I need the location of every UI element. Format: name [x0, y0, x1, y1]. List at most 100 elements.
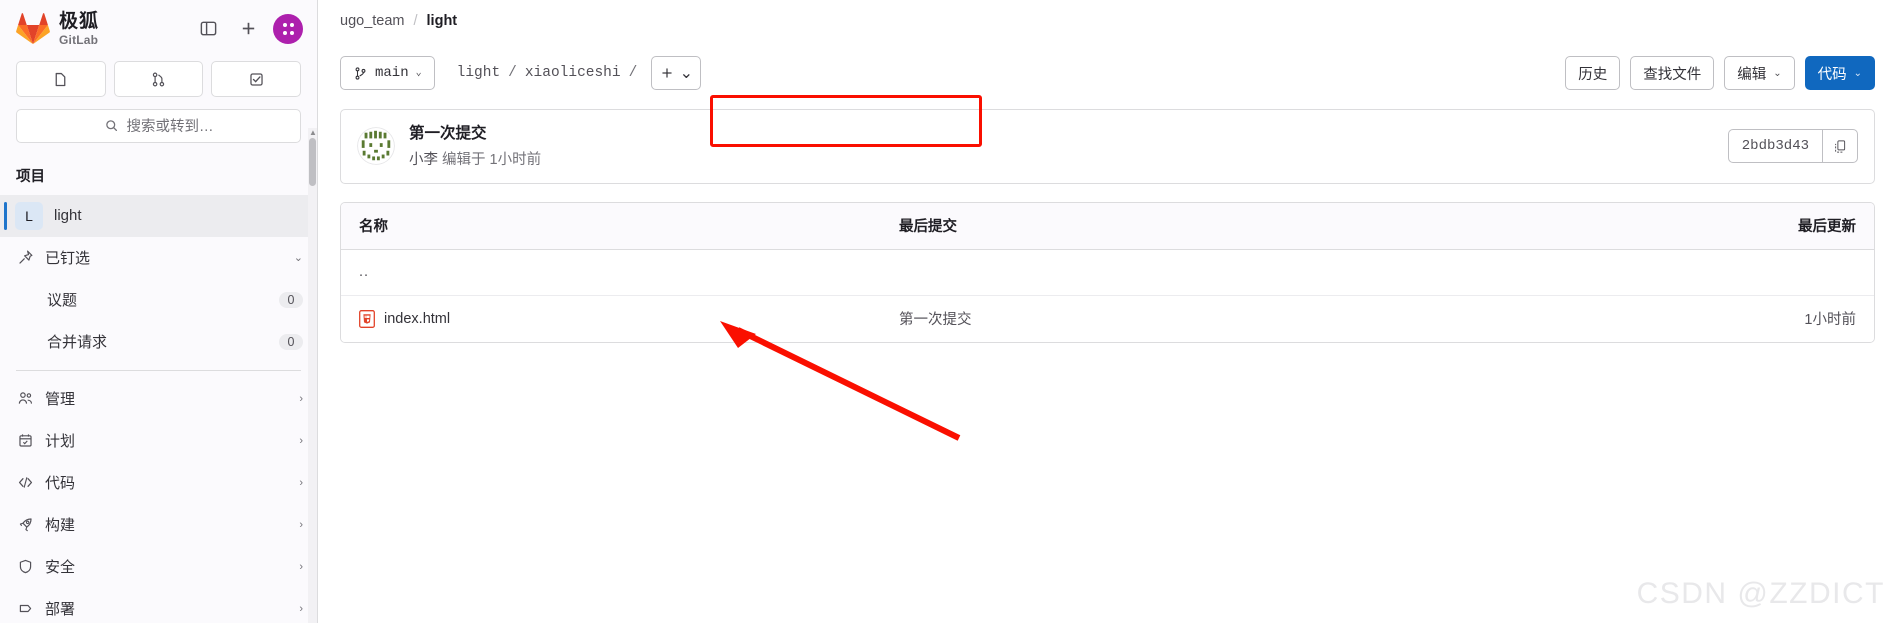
edit-button[interactable]: 编辑 ⌄	[1724, 56, 1795, 90]
commit-details: 第一次提交 小李 编辑于 1小时前	[409, 124, 1714, 169]
sidebar-item-label: 代码	[45, 475, 76, 493]
file-list-table: 名称 最后提交 最后更新 .. index.html 第一次提交 1小时前	[340, 201, 1875, 343]
sidebar-scrollbar[interactable]: ▲	[308, 128, 317, 623]
commit-meta: 小李 编辑于 1小时前	[409, 148, 1714, 169]
sidebar-item-manage[interactable]: 管理 ›	[0, 378, 317, 420]
sidebar: 极狐 GitLab 搜索或转到… 项目 L light 已钉选 ⌄ 议题 0 合…	[0, 0, 318, 623]
merge-request-icon	[152, 72, 165, 87]
commit-message[interactable]: 第一次提交	[409, 124, 1714, 145]
path-separator: /	[508, 65, 517, 81]
sidebar-item-label: 构建	[45, 517, 76, 535]
parent-directory-link[interactable]: ..	[359, 264, 369, 280]
edit-label: 编辑	[1737, 66, 1767, 83]
sidebar-item-build[interactable]: 构建 ›	[0, 504, 317, 546]
row-last-commit[interactable]: 第一次提交	[899, 308, 1656, 329]
commit-author-avatar[interactable]	[357, 127, 395, 166]
find-file-button[interactable]: 查找文件	[1630, 56, 1715, 90]
file-name-link[interactable]: index.html	[384, 311, 450, 327]
chevron-right-icon: ›	[299, 518, 303, 531]
row-last-update: 1小时前	[1804, 312, 1856, 329]
file-path-breadcrumb: light / xiaoliceshi /	[445, 65, 638, 81]
avatar-pattern-icon	[279, 20, 297, 38]
shield-icon	[16, 558, 34, 576]
path-separator: /	[628, 65, 638, 81]
search-icon	[105, 120, 117, 132]
issue-icon	[55, 72, 66, 86]
search-input[interactable]: 搜索或转到…	[16, 109, 301, 143]
table-row[interactable]: ..	[341, 249, 1874, 296]
sidebar-item-label: 计划	[45, 433, 76, 451]
brand-logo[interactable]: 极狐 GitLab	[16, 12, 99, 46]
path-segment-folder[interactable]: xiaoliceshi	[525, 65, 621, 81]
code-label: 代码	[1817, 66, 1847, 83]
sidebar-item-plan[interactable]: 计划 ›	[0, 420, 317, 462]
panel-icon	[200, 21, 216, 36]
quick-link-issues[interactable]	[16, 61, 106, 98]
sidebar-item-secure[interactable]: 安全 ›	[0, 546, 317, 588]
sidebar-item-label: 议题	[47, 292, 78, 310]
sidebar-item-project-light[interactable]: L light	[0, 194, 317, 237]
breadcrumb-project[interactable]: light	[427, 13, 458, 29]
scroll-up-icon[interactable]: ▲	[309, 128, 317, 137]
history-button[interactable]: 历史	[1565, 56, 1621, 90]
sidebar-nav: 项目 L light 已钉选 ⌄ 议题 0 合并请求 0 管理 › 计划 › 代…	[0, 155, 317, 623]
quick-link-merge-requests[interactable]	[113, 61, 204, 98]
sidebar-item-pinned[interactable]: 已钉选 ⌄	[0, 237, 317, 279]
plus-icon	[662, 68, 672, 78]
path-segment-root[interactable]: light	[457, 65, 501, 81]
main-content: ugo_team / light main ⌄ light / xiaolice…	[318, 0, 1899, 623]
brand-name-en: GitLab	[59, 32, 99, 47]
add-to-repository-button[interactable]: ⌄	[651, 56, 702, 90]
sidebar-item-label: 管理	[45, 391, 76, 409]
sidebar-quick-links	[0, 57, 317, 105]
gitlab-tanuki-icon	[16, 12, 50, 44]
sidebar-item-issues[interactable]: 议题 0	[0, 279, 317, 321]
repository-toolbar: main ⌄ light / xiaoliceshi / ⌄ 历史 查找文件 编…	[318, 42, 1899, 147]
chevron-right-icon: ›	[299, 602, 303, 615]
branch-selector[interactable]: main ⌄	[340, 56, 435, 90]
table-row[interactable]: index.html 第一次提交 1小时前	[341, 295, 1874, 342]
gitlab-repository-page: 极狐 GitLab 搜索或转到… 项目 L light 已钉选 ⌄ 议题 0 合…	[0, 0, 1899, 623]
commit-row: 第一次提交 小李 编辑于 1小时前 2bdb3d43	[341, 110, 1874, 183]
header-last-commit: 最后提交	[899, 219, 957, 236]
plus-icon	[242, 22, 254, 35]
branch-icon	[355, 66, 366, 80]
avatar[interactable]	[273, 13, 303, 44]
history-label: 历史	[1578, 66, 1608, 83]
header-name: 名称	[359, 219, 388, 236]
sidebar-item-code[interactable]: 代码 ›	[0, 462, 317, 504]
watermark: CSDN @ZZDICT	[1636, 577, 1885, 610]
find-file-label: 查找文件	[1643, 66, 1702, 83]
file-table-header: 名称 最后提交 最后更新	[341, 202, 1874, 250]
search-placeholder: 搜索或转到…	[126, 119, 214, 136]
chevron-down-icon: ⌄	[415, 68, 422, 79]
pin-icon	[16, 249, 34, 267]
commit-author-name[interactable]: 小李	[409, 152, 438, 168]
html-file-icon	[359, 309, 375, 328]
toggle-sidebar-button[interactable]	[193, 14, 223, 44]
scrollbar-thumb[interactable]	[309, 138, 316, 186]
chevron-right-icon: ›	[299, 392, 303, 405]
code-download-button[interactable]: 代码 ⌄	[1804, 56, 1875, 90]
commit-sha-group: 2bdb3d43	[1727, 129, 1858, 164]
merge-requests-count-badge: 0	[279, 333, 303, 350]
copy-icon	[1834, 140, 1845, 153]
last-commit-panel: 第一次提交 小李 编辑于 1小时前 2bdb3d43	[340, 109, 1875, 184]
quick-link-todos[interactable]	[211, 61, 302, 98]
calendar-icon	[16, 432, 34, 450]
commit-sha[interactable]: 2bdb3d43	[1727, 129, 1822, 164]
sidebar-item-label: 已钉选	[45, 250, 91, 268]
sidebar-item-deploy[interactable]: 部署 ›	[0, 588, 317, 623]
branch-name: main	[375, 65, 409, 81]
copy-sha-button[interactable]	[1822, 129, 1858, 164]
chevron-right-icon: ›	[299, 560, 303, 573]
create-new-button[interactable]	[233, 14, 263, 44]
breadcrumb-group[interactable]: ugo_team	[340, 13, 405, 29]
sidebar-item-merge-requests[interactable]: 合并请求 0	[0, 321, 317, 363]
brand-name-cn: 极狐	[59, 10, 100, 32]
commit-time: 编辑于 1小时前	[442, 151, 542, 168]
chevron-down-icon: ⌄	[679, 65, 693, 82]
todo-icon	[250, 73, 263, 86]
sidebar-section-title: 项目	[16, 168, 45, 185]
deploy-icon	[16, 600, 34, 618]
